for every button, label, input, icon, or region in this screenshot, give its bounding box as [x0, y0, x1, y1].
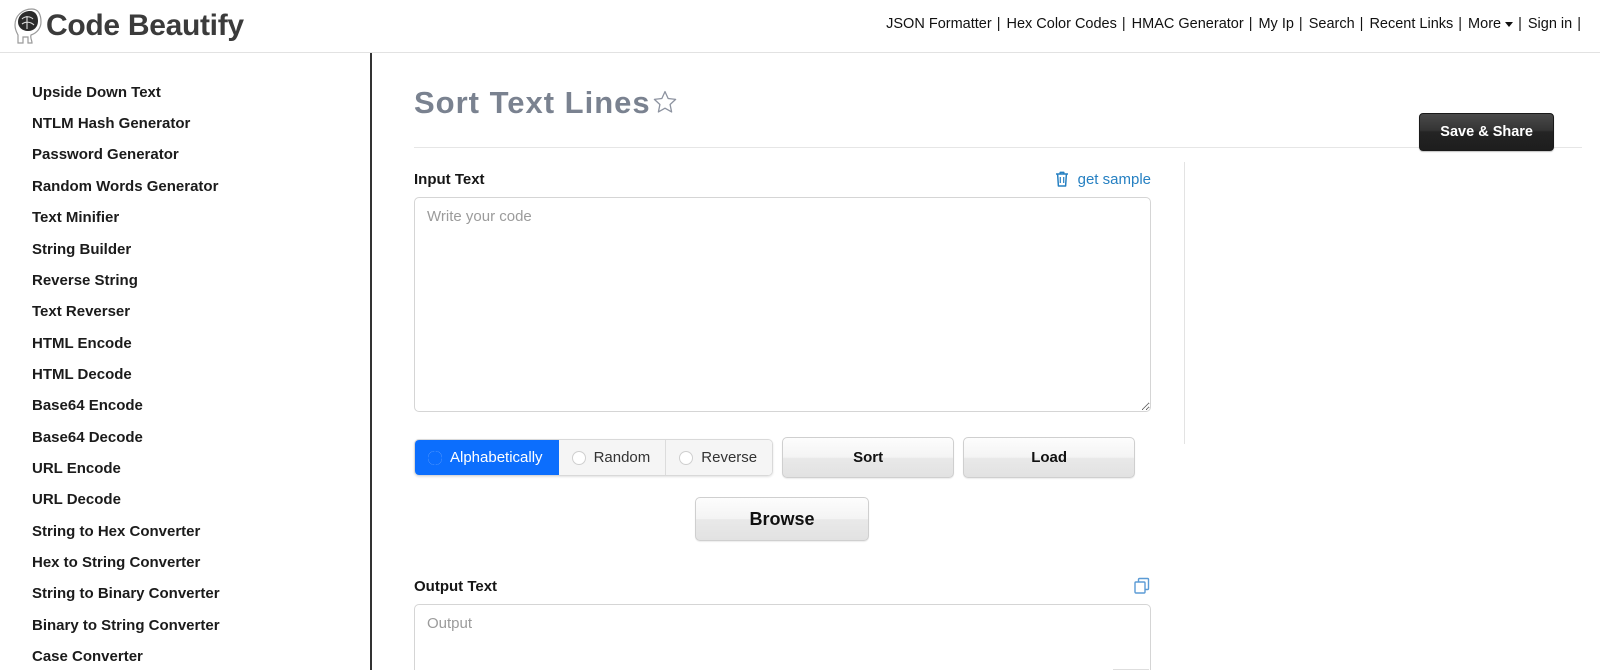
radio-alphabetically-label: Alphabetically [450, 449, 543, 466]
nav-hmac-generator[interactable]: HMAC Generator [1131, 16, 1245, 32]
sidebar-item-html-encode[interactable]: HTML Encode [0, 328, 370, 359]
nav-search[interactable]: Search [1308, 16, 1356, 32]
nav-my-ip[interactable]: My Ip [1257, 16, 1294, 32]
nav-more-label: More [1468, 16, 1502, 32]
title-row: Sort Text Lines [372, 71, 1600, 133]
nav-recent-links[interactable]: Recent Links [1368, 16, 1454, 32]
sidebar-item-upside-down-text[interactable]: Upside Down Text [0, 77, 370, 108]
sidebar-item-hex-to-string-converter[interactable]: Hex to String Converter [0, 547, 370, 578]
sidebar-item-text-reverser[interactable]: Text Reverser [0, 296, 370, 327]
radio-reverse-label: Reverse [701, 449, 758, 466]
sidebar-item-string-to-hex-converter[interactable]: String to Hex Converter [0, 516, 370, 547]
main-content: Sort Text Lines Save & Share Input Text [372, 53, 1600, 670]
sidebar-item-string-to-binary-converter[interactable]: String to Binary Converter [0, 579, 370, 610]
sidebar-item-reverse-string[interactable]: Reverse String [0, 265, 370, 296]
trash-icon[interactable] [1054, 170, 1070, 188]
sidebar-item-base64-encode[interactable]: Base64 Encode [0, 390, 370, 421]
column-divider [1184, 162, 1185, 444]
input-textarea[interactable] [414, 197, 1151, 412]
output-header: Output Text [414, 577, 1151, 595]
input-header: Input Text get sample [414, 170, 1151, 188]
sidebar-item-url-decode[interactable]: URL Decode [0, 484, 370, 515]
tool-form: Input Text get sample Write your code Al… [414, 148, 1226, 670]
brain-head-icon [14, 8, 42, 44]
sidebar-item-string-builder[interactable]: String Builder [0, 234, 370, 265]
top-navigation: JSON Formatter | Hex Color Codes | HMAC … [885, 16, 1586, 32]
radio-dot-icon [428, 450, 442, 465]
sort-mode-radio-group: Alphabetically Random Reverse [414, 439, 774, 476]
radio-random[interactable]: Random [558, 440, 667, 475]
nav-separator: | [1248, 16, 1253, 32]
sidebar-item-binary-to-string-converter[interactable]: Binary to String Converter [0, 610, 370, 641]
nav-separator: | [1121, 16, 1126, 32]
star-outline-icon[interactable] [652, 89, 678, 115]
sidebar-item-text-minifier[interactable]: Text Minifier [0, 202, 370, 233]
radio-dot-icon [679, 450, 694, 465]
nav-separator: | [1359, 16, 1364, 32]
get-sample-link[interactable]: get sample [1078, 171, 1151, 188]
sidebar-item-url-encode[interactable]: URL Encode [0, 453, 370, 484]
output-header-actions [1133, 577, 1151, 595]
copy-icon[interactable] [1133, 577, 1151, 595]
radio-alphabetically[interactable]: Alphabetically [415, 440, 559, 475]
nav-separator: | [996, 16, 1001, 32]
sidebar-item-ntlm-hash-generator[interactable]: NTLM Hash Generator [0, 108, 370, 139]
nav-separator: | [1298, 16, 1303, 32]
radio-dot-icon [571, 450, 586, 465]
output-textarea[interactable] [414, 604, 1151, 670]
brand-title: Code Beautify [46, 9, 244, 42]
nav-sign-in[interactable]: Sign in [1527, 16, 1573, 32]
sort-controls: Alphabetically Random Reverse Sort Load [414, 437, 1226, 478]
nav-separator: | [1458, 16, 1463, 32]
chevron-down-icon [1505, 21, 1514, 27]
input-text-label: Input Text [414, 170, 485, 188]
site-header: Code Beautify JSON Formatter | Hex Color… [0, 0, 1600, 53]
sidebar-item-password-generator[interactable]: Password Generator [0, 140, 370, 171]
browse-button[interactable]: Browse [695, 497, 869, 541]
nav-json-formatter[interactable]: JSON Formatter [885, 16, 993, 32]
nav-hex-color-codes[interactable]: Hex Color Codes [1005, 16, 1117, 32]
output-block: Output Text X [414, 577, 1226, 670]
sidebar-item-case-converter[interactable]: Case Converter [0, 641, 370, 670]
output-textarea-wrapper: X [414, 604, 1151, 670]
load-button[interactable]: Load [963, 437, 1136, 478]
sidebar-item-html-decode[interactable]: HTML Decode [0, 359, 370, 390]
input-header-actions: get sample [1054, 170, 1151, 188]
sort-button[interactable]: Sort [782, 437, 955, 478]
sidebar-item-base64-decode[interactable]: Base64 Decode [0, 422, 370, 453]
radio-random-label: Random [593, 449, 651, 466]
sidebar-item-random-words-generator[interactable]: Random Words Generator [0, 171, 370, 202]
nav-separator: | [1577, 16, 1581, 32]
tool-sidebar: Upside Down Text NTLM Hash Generator Passw… [0, 53, 372, 670]
page-title: Sort Text Lines [414, 84, 651, 120]
brand-logo[interactable]: Code Beautify [10, 6, 244, 46]
nav-more[interactable]: More [1467, 16, 1514, 32]
output-text-label: Output Text [414, 577, 498, 595]
save-and-share-button[interactable]: Save & Share [1419, 113, 1554, 151]
nav-separator: | [1518, 16, 1522, 32]
radio-reverse[interactable]: Reverse [666, 440, 773, 475]
